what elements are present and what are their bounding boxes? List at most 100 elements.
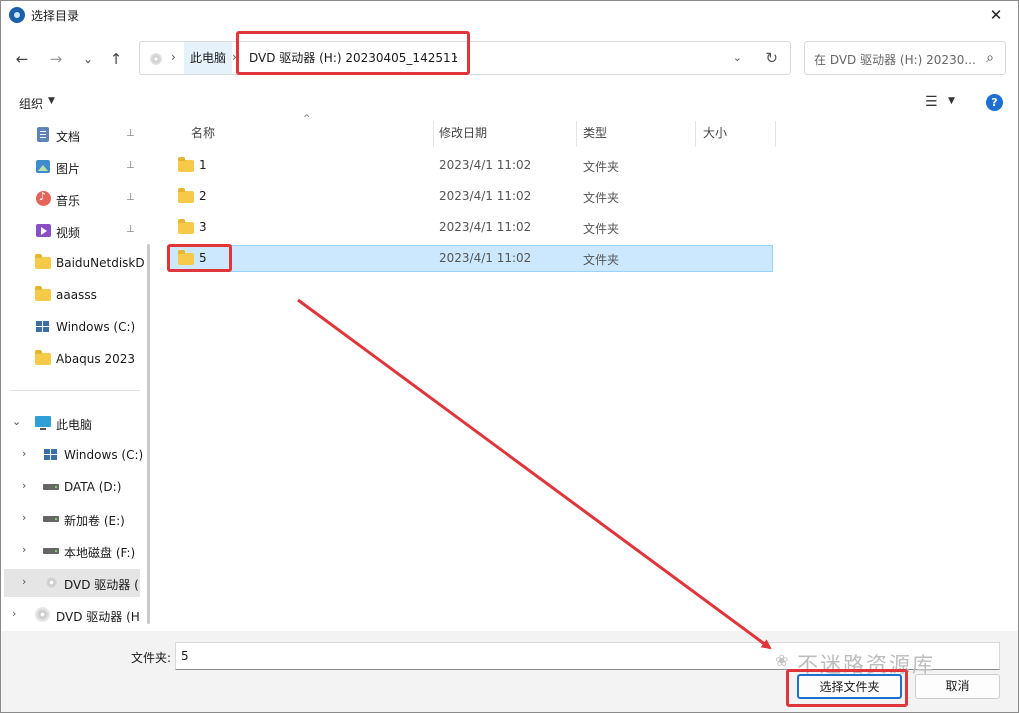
sidebar-item-windows-c[interactable]: Windows (C:) [0, 313, 150, 341]
pin-icon[interactable]: ⊥ [126, 128, 135, 139]
watermark-logo-icon: ❀ [775, 651, 789, 670]
sidebar-item-label: 本地磁盘 (F:) [64, 546, 136, 560]
column-header-date[interactable]: 修改日期 [433, 119, 487, 147]
file-date: 2023/4/1 11:02 [439, 251, 532, 265]
folder-icon [178, 188, 194, 203]
chevron-right-icon[interactable]: › [453, 50, 458, 64]
sidebar-item-label: 文档 [56, 130, 81, 144]
disc-icon [35, 607, 50, 622]
column-header-name[interactable]: 名称 [185, 119, 215, 147]
sidebar-item-label: 图片 [56, 162, 81, 176]
table-row[interactable]: 1 2023/4/1 11:02 文件夹 [168, 152, 773, 179]
windows-drive-icon [44, 449, 58, 461]
chevron-right-icon[interactable]: › [12, 607, 16, 620]
sidebar-item-label: DVD 驱动器 ( [64, 578, 139, 592]
sidebar-item-baidunetdisk[interactable]: BaiduNetdiskD [0, 249, 150, 277]
column-divider[interactable] [775, 121, 776, 147]
chevron-down-icon[interactable]: ▼ [48, 96, 55, 106]
chevron-right-icon[interactable]: › [171, 50, 176, 64]
divider [10, 390, 140, 391]
sidebar-item-label: 视频 [56, 226, 81, 240]
back-arrow-icon[interactable]: ← [10, 48, 34, 70]
sidebar-item-documents[interactable]: 文档 ⊥ [0, 121, 150, 149]
sidebar-item-label: 此电脑 [56, 418, 93, 432]
sidebar-item-aaasss[interactable]: aaasss [0, 281, 150, 309]
command-bar: 组织 ▼ ☰ ▼ ? [0, 86, 1019, 119]
folder-icon [35, 350, 51, 365]
sidebar-scrollbar[interactable] [147, 244, 150, 624]
disc-icon [150, 53, 162, 65]
file-list: ^ 名称 修改日期 类型 大小 1 2023/4/1 11:02 文件夹 2 2… [158, 114, 1019, 631]
sidebar-item-music[interactable]: 音乐 ⊥ [0, 185, 150, 213]
pin-icon[interactable]: ⊥ [126, 160, 135, 171]
up-arrow-icon[interactable]: ↑ [104, 48, 128, 70]
cancel-button[interactable]: 取消 [915, 674, 1000, 699]
table-row-selected[interactable]: 5 2023/4/1 11:02 文件夹 [168, 245, 773, 272]
sidebar-item-pictures[interactable]: 图片 ⊥ [0, 153, 150, 181]
folder-icon [178, 219, 194, 234]
chevron-right-icon[interactable]: › [22, 575, 26, 588]
view-options-icon[interactable]: ☰ [925, 94, 938, 110]
address-dropdown-icon[interactable]: ⌄ [733, 51, 742, 64]
breadcrumb-this-pc[interactable]: 此电脑 [184, 42, 233, 74]
pin-icon[interactable]: ⊥ [126, 224, 135, 235]
search-icon[interactable]: ⌕ [986, 50, 994, 66]
drive-icon [43, 548, 59, 554]
breadcrumb-dvd-drive[interactable]: DVD 驱动器 (H:) 20230405_142511 [243, 42, 464, 74]
help-icon[interactable]: ? [986, 94, 1003, 111]
select-folder-button[interactable]: 选择文件夹 [797, 674, 902, 699]
navigation-pane: 文档 ⊥ 图片 ⊥ 音乐 ⊥ 视频 ⊥ BaiduNetdiskD aaasss… [0, 119, 150, 631]
chevron-right-icon[interactable]: › [22, 479, 26, 492]
disc-icon [44, 575, 59, 590]
document-icon [37, 127, 49, 142]
sidebar-item-dvd-root[interactable]: › DVD 驱动器 (H [0, 601, 150, 629]
chevron-right-icon[interactable]: › [22, 447, 26, 460]
pictures-icon [36, 160, 50, 173]
column-divider[interactable] [695, 121, 696, 147]
sidebar-item-label: DATA (D:) [64, 480, 122, 494]
file-name: 5 [199, 251, 207, 265]
dialog-footer: 文件夹: ❀ 不迷路资源库 选择文件夹 取消 [0, 631, 1019, 713]
folder-icon [35, 254, 51, 269]
close-button[interactable]: ✕ [973, 0, 1019, 30]
sidebar-item-drive-e[interactable]: › 新加卷 (E:) [0, 505, 150, 533]
window-title: 选择目录 [31, 9, 80, 23]
column-header-size[interactable]: 大小 [697, 119, 727, 147]
chevron-down-icon[interactable]: ▼ [948, 96, 955, 106]
table-row[interactable]: 2 2023/4/1 11:02 文件夹 [168, 183, 773, 210]
file-type: 文件夹 [583, 222, 620, 236]
music-icon [36, 190, 51, 206]
chevron-down-icon[interactable]: ⌄ [12, 415, 21, 428]
recent-locations-icon[interactable]: ⌄ [76, 48, 100, 70]
file-name: 2 [199, 189, 207, 203]
sidebar-item-abaqus[interactable]: Abaqus 2023 [0, 345, 150, 373]
column-header-type[interactable]: 类型 [577, 119, 607, 147]
sidebar-item-label: 音乐 [56, 194, 81, 208]
address-bar[interactable]: › 此电脑 › DVD 驱动器 (H:) 20230405_142511 › ⌄… [139, 41, 791, 75]
file-type: 文件夹 [583, 191, 620, 205]
search-input[interactable]: 在 DVD 驱动器 (H:) 20230... ⌕ [804, 41, 1006, 75]
file-type: 文件夹 [583, 253, 620, 267]
chevron-right-icon[interactable]: › [22, 511, 26, 524]
title-bar: 选择目录 ✕ [0, 0, 1019, 30]
file-date: 2023/4/1 11:02 [439, 220, 532, 234]
refresh-icon[interactable]: ↻ [765, 49, 778, 67]
table-row[interactable]: 3 2023/4/1 11:02 文件夹 [168, 214, 773, 241]
chevron-right-icon[interactable]: › [22, 543, 26, 556]
sidebar-item-drive-c[interactable]: › Windows (C:) [0, 441, 150, 469]
sidebar-item-dvd-drive[interactable]: › DVD 驱动器 ( [4, 569, 140, 597]
sidebar-item-label: Abaqus 2023 [56, 352, 136, 366]
computer-icon [35, 416, 51, 430]
pin-icon[interactable]: ⊥ [126, 192, 135, 203]
sidebar-item-videos[interactable]: 视频 ⊥ [0, 217, 150, 245]
windows-drive-icon [36, 321, 50, 333]
sidebar-item-drive-d[interactable]: › DATA (D:) [0, 473, 150, 501]
sidebar-item-drive-f[interactable]: › 本地磁盘 (F:) [0, 537, 150, 565]
forward-arrow-icon[interactable]: → [44, 48, 68, 70]
sort-ascending-icon: ^ [303, 114, 311, 124]
organize-menu[interactable]: 组织 [19, 95, 43, 112]
file-name: 1 [199, 158, 207, 172]
sidebar-item-this-pc[interactable]: ⌄ 此电脑 [0, 409, 150, 437]
folder-icon [35, 286, 51, 301]
chevron-right-icon[interactable]: › [232, 50, 237, 64]
